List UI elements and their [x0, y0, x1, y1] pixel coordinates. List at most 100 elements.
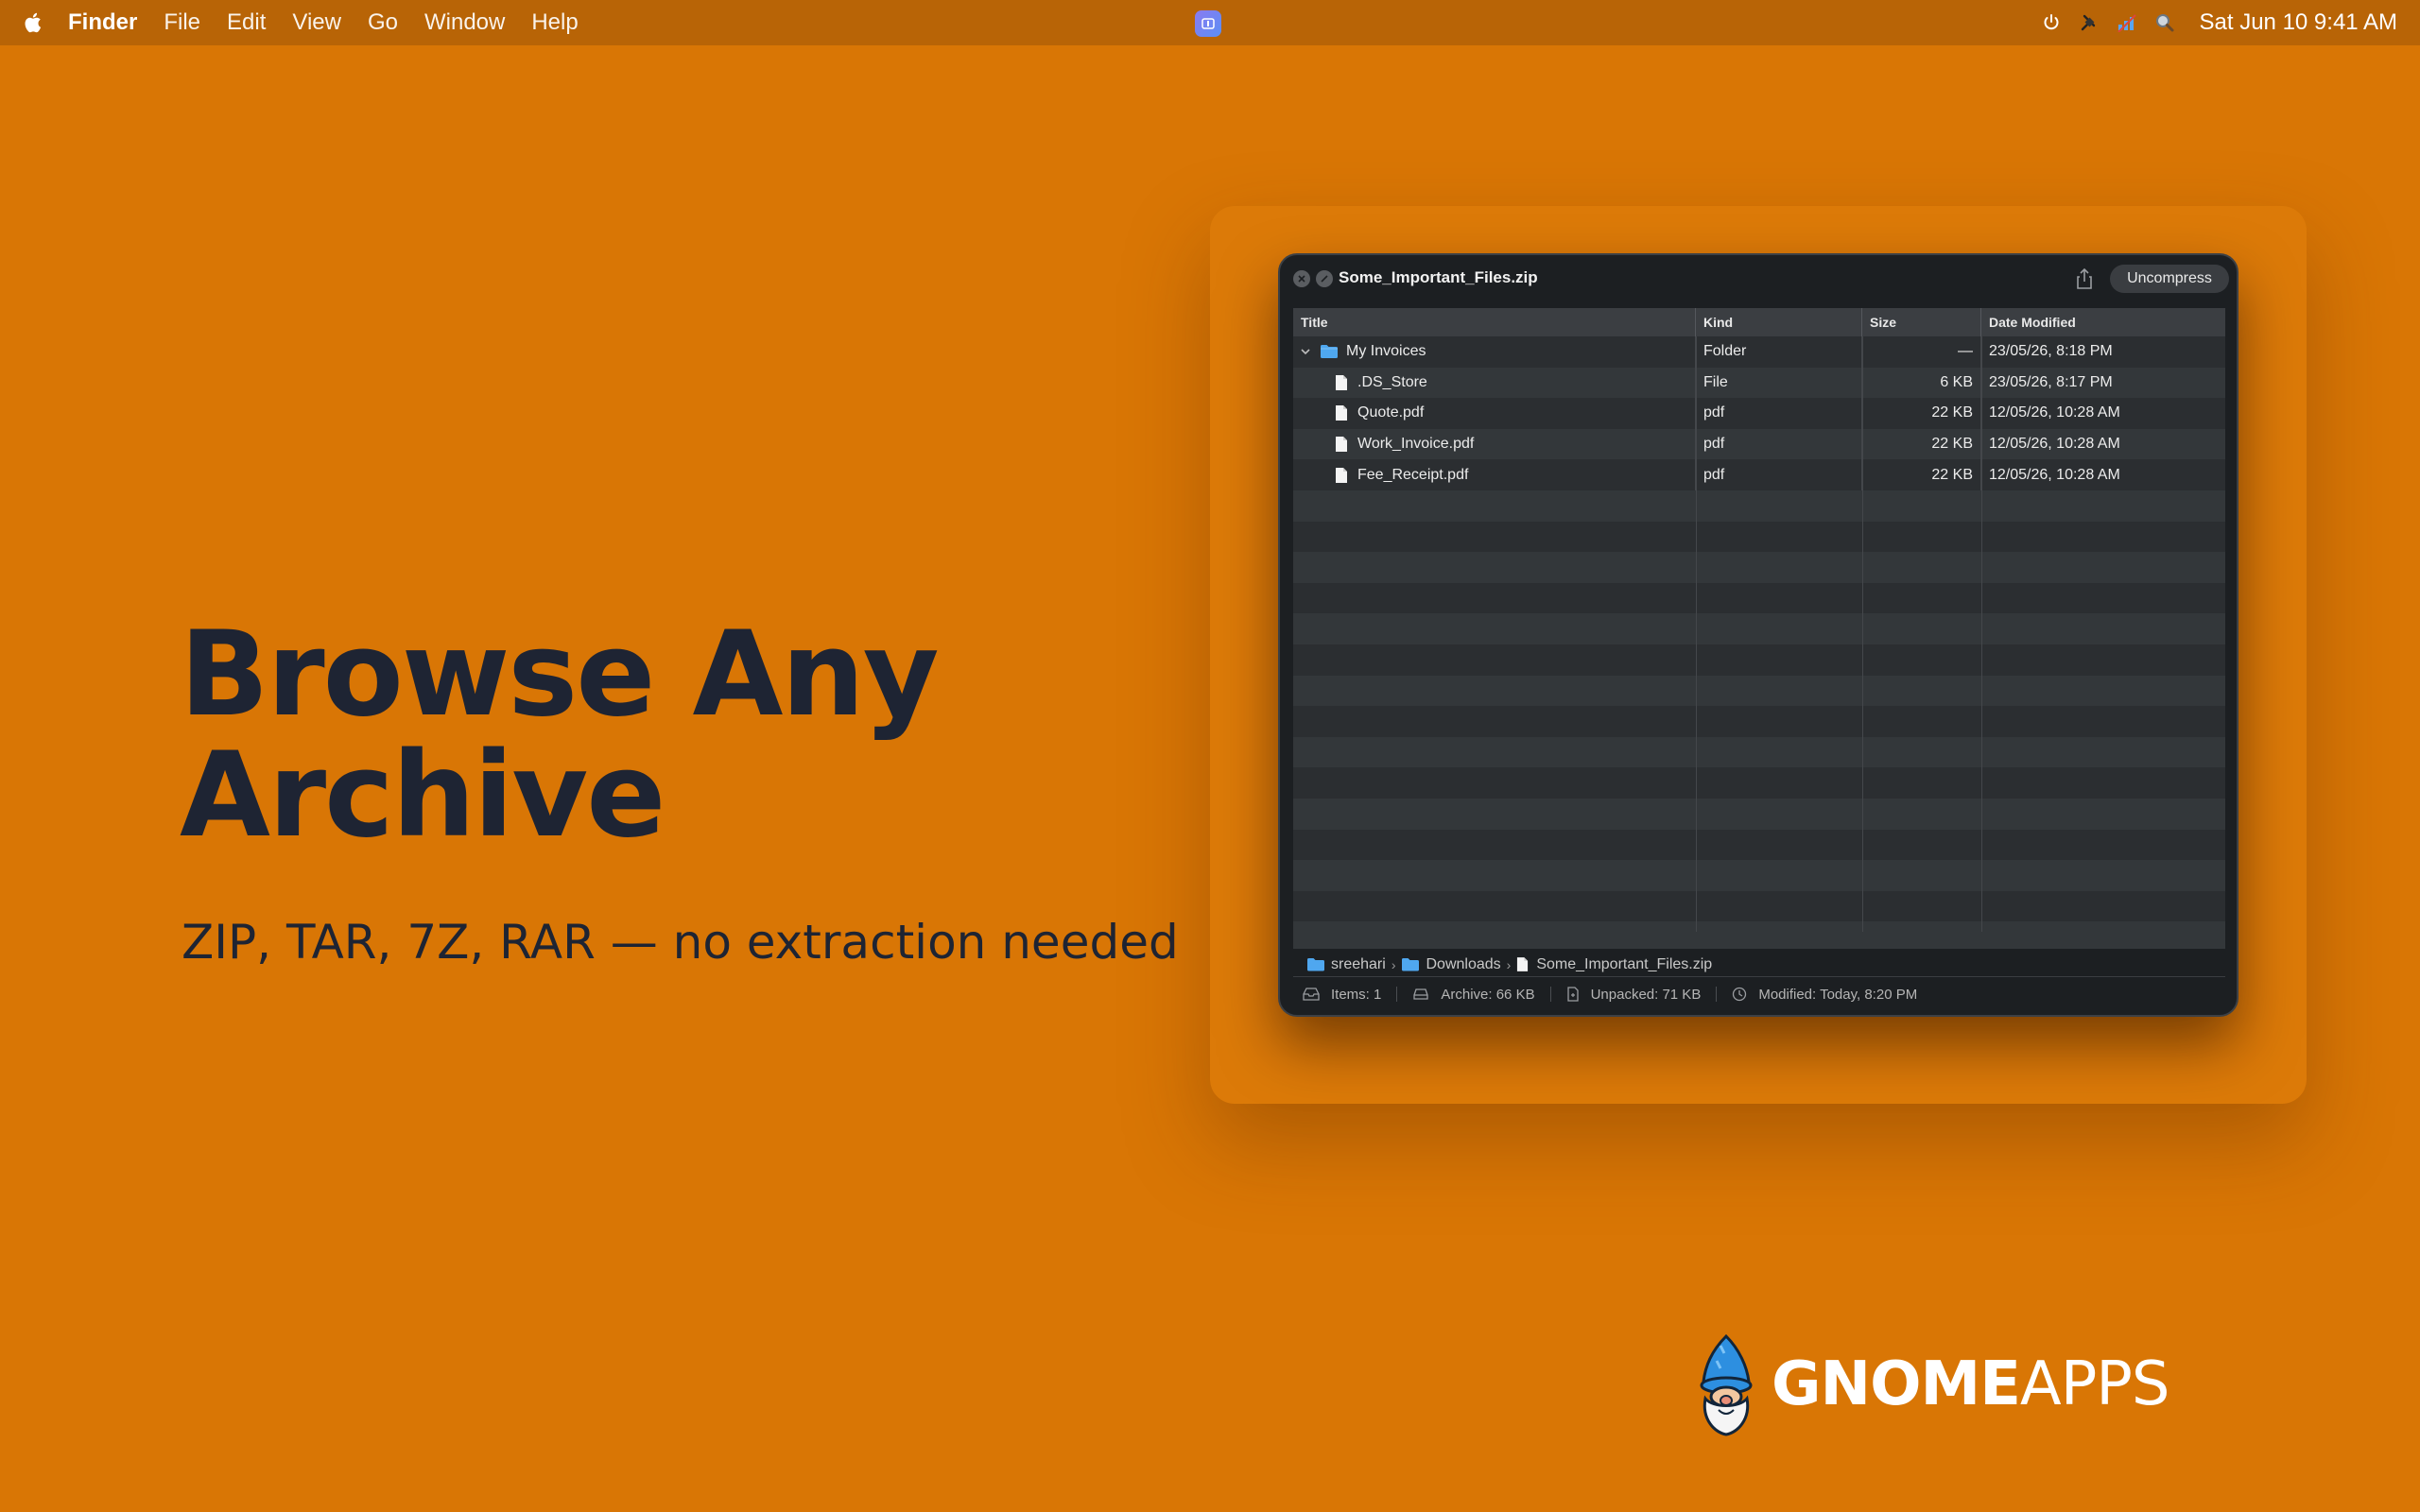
column-header-title[interactable]: Title: [1293, 308, 1696, 336]
menu-app-finder[interactable]: Finder: [68, 9, 137, 36]
logo-wordmark-bold: GNOME: [1772, 1349, 2021, 1419]
drive-icon: [1413, 988, 1429, 1000]
search-icon[interactable]: [2154, 12, 2175, 33]
power-icon[interactable]: [2041, 12, 2062, 33]
table-row[interactable]: .DS_Store File 6 KB 23/05/26, 8:17 PM: [1293, 367, 2225, 399]
menu-bar-clock[interactable]: Sat Jun 10 9:41 AM: [2200, 9, 2397, 36]
gnomeapps-logo: GNOMEAPPS: [1692, 1332, 2169, 1436]
file-icon: [1335, 374, 1348, 391]
hero-subtitle: ZIP, TAR, 7Z, RAR — no extraction needed: [182, 915, 1179, 970]
chevron-right-icon: ›: [1506, 956, 1512, 972]
cell-title: My Invoices: [1293, 336, 1696, 368]
hero-headline: Browse Any Archive: [180, 614, 1125, 856]
cell-date: 23/05/26, 8:18 PM: [1989, 343, 2113, 360]
file-icon: [1335, 436, 1348, 453]
plug-icon[interactable]: [2079, 12, 2100, 33]
empty-row: [1293, 860, 2225, 891]
tray-icon: [1303, 988, 1320, 1001]
cell-kind: pdf: [1696, 428, 1862, 460]
path-crumb-label: Some_Important_Files.zip: [1536, 955, 1713, 972]
path-crumb-downloads[interactable]: Downloads: [1401, 956, 1501, 973]
empty-row: [1293, 736, 2225, 768]
cell-title: .DS_Store: [1293, 367, 1696, 399]
status-items: Items: 1: [1303, 987, 1381, 1003]
table-rows: My Invoices Folder — 23/05/26, 8:18 PM .…: [1293, 336, 2225, 949]
file-icon: [1335, 467, 1348, 484]
empty-row: [1293, 582, 2225, 614]
table-row[interactable]: Work_Invoice.pdf pdf 22 KB 12/05/26, 10:…: [1293, 428, 2225, 460]
folder-icon: [1402, 958, 1420, 971]
status-divider: [1716, 987, 1718, 1002]
window-titlebar: Some_Important_Files.zip Uncompress: [1280, 255, 2237, 308]
empty-row: [1293, 675, 2225, 707]
cell-title: Fee_Receipt.pdf: [1293, 459, 1696, 490]
table-header: Title Kind Size Date Modified: [1293, 308, 2225, 336]
status-archive-label: Archive: 66 KB: [1441, 986, 1535, 1003]
empty-row: [1293, 829, 2225, 861]
cell-kind: pdf: [1696, 459, 1862, 490]
close-window-icon[interactable]: [1293, 270, 1310, 287]
column-header-date-modified[interactable]: Date Modified: [1981, 308, 2225, 336]
status-items-label: Items: 1: [1331, 986, 1382, 1003]
archive-window: Some_Important_Files.zip Uncompress Titl…: [1278, 253, 2238, 1017]
cell-date: 12/05/26, 10:28 AM: [1989, 436, 2120, 453]
gnome-mascot-icon: [1700, 1333, 1753, 1436]
cell-title: Work_Invoice.pdf: [1293, 428, 1696, 460]
path-crumb-archive[interactable]: Some_Important_Files.zip: [1516, 956, 1712, 973]
logo-wordmark-light: APPS: [2019, 1349, 2170, 1419]
cell-date: 12/05/26, 10:28 AM: [1989, 404, 2120, 421]
path-crumb-sreehari[interactable]: sreehari: [1306, 956, 1386, 973]
row-name: Quote.pdf: [1357, 404, 1425, 421]
cell-size: 22 KB: [1862, 428, 1981, 460]
cell-kind: File: [1696, 367, 1862, 399]
empty-row: [1293, 798, 2225, 830]
row-name: Fee_Receipt.pdf: [1357, 466, 1469, 483]
column-header-kind[interactable]: Kind: [1696, 308, 1862, 336]
menu-view[interactable]: View: [292, 9, 341, 36]
menu-window[interactable]: Window: [424, 9, 505, 36]
empty-row: [1293, 767, 2225, 799]
wifi-icon[interactable]: [2117, 12, 2137, 33]
table-row[interactable]: Fee_Receipt.pdf pdf 22 KB 12/05/26, 10:2…: [1293, 459, 2225, 490]
status-modified: Modified: Today, 8:20 PM: [1732, 987, 1917, 1003]
table-row[interactable]: Quote.pdf pdf 22 KB 12/05/26, 10:28 AM: [1293, 398, 2225, 429]
cell-size: 22 KB: [1862, 459, 1981, 490]
menu-bar: Finder File Edit View Go Window Help Sat…: [0, 0, 2420, 45]
path-crumb-label: sreehari: [1331, 955, 1386, 972]
cell-size: 22 KB: [1862, 398, 1981, 429]
row-name: My Invoices: [1346, 343, 1426, 360]
row-name: Work_Invoice.pdf: [1357, 436, 1475, 453]
cell-size: —: [1862, 336, 1981, 368]
hero-headline-line1: Browse Any: [180, 607, 940, 743]
stop-icon[interactable]: [1316, 270, 1333, 287]
empty-row: [1293, 490, 2225, 522]
menu-help[interactable]: Help: [531, 9, 578, 36]
cell-kind: Folder: [1696, 336, 1862, 368]
share-icon[interactable]: [2074, 266, 2095, 291]
window-title: Some_Important_Files.zip: [1339, 268, 1538, 286]
archive-app-icon[interactable]: [1195, 10, 1221, 37]
cell-kind: pdf: [1696, 398, 1862, 429]
row-name: .DS_Store: [1357, 373, 1427, 390]
empty-row: [1293, 706, 2225, 737]
status-unpacked-label: Unpacked: 71 KB: [1590, 986, 1702, 1003]
table-row[interactable]: My Invoices Folder — 23/05/26, 8:18 PM: [1293, 336, 2225, 368]
archive-table: Title Kind Size Date Modified My Invoice…: [1293, 308, 2225, 949]
status-divider: [1549, 987, 1551, 1002]
apple-logo-icon[interactable]: [23, 11, 43, 34]
cell-date: 12/05/26, 10:28 AM: [1989, 466, 2120, 483]
status-unpacked-size: Unpacked: 71 KB: [1566, 986, 1702, 1003]
empty-row: [1293, 613, 2225, 644]
menu-file[interactable]: File: [164, 9, 200, 36]
file-icon: [1335, 404, 1348, 421]
column-header-size[interactable]: Size: [1862, 308, 1981, 336]
folder-icon: [1320, 344, 1339, 359]
uncompress-button[interactable]: Uncompress: [2110, 265, 2229, 293]
status-modified-label: Modified: Today, 8:20 PM: [1758, 986, 1918, 1003]
empty-row: [1293, 552, 2225, 583]
status-archive-size: Archive: 66 KB: [1412, 986, 1535, 1003]
chevron-down-icon[interactable]: [1299, 345, 1312, 358]
menu-go[interactable]: Go: [368, 9, 398, 36]
menu-edit[interactable]: Edit: [227, 9, 266, 36]
empty-row: [1293, 644, 2225, 676]
